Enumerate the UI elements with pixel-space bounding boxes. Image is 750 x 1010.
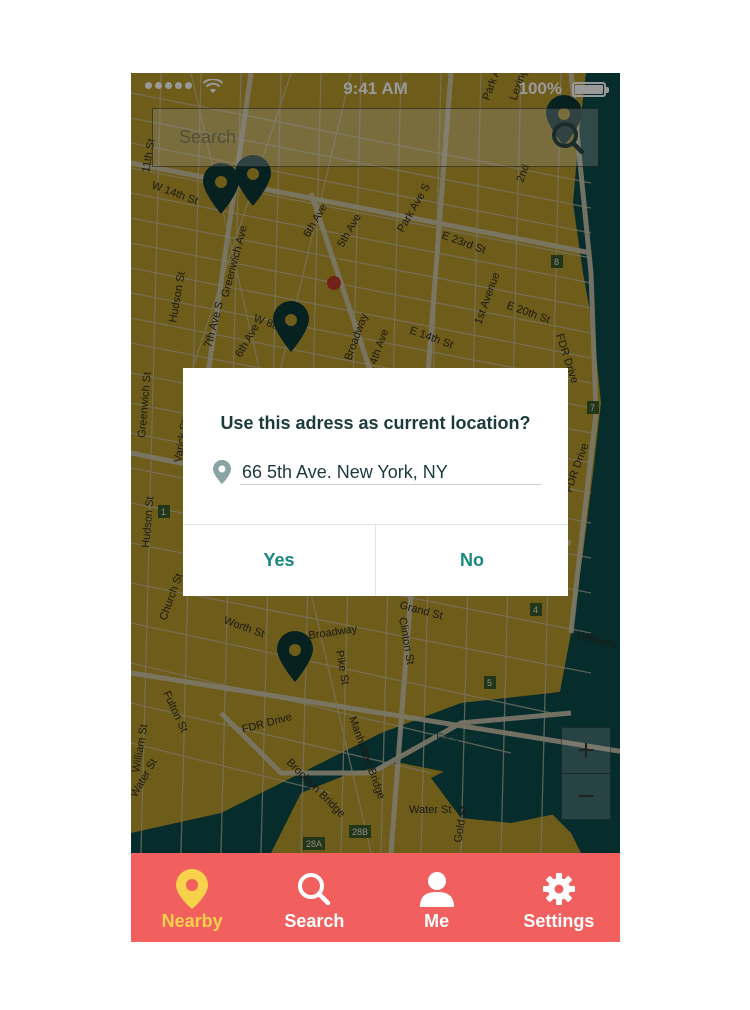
- no-button[interactable]: No: [376, 525, 568, 596]
- search-icon: [298, 873, 331, 906]
- phone-screen: 11th St W 14th St Greenwich Ave 6th Ave …: [131, 73, 620, 942]
- tab-bar: Nearby Search Me Settings: [131, 853, 620, 942]
- user-icon: [419, 872, 454, 907]
- address-underline: [240, 484, 541, 485]
- gear-icon: [542, 873, 575, 905]
- tab-label: Settings: [523, 911, 595, 931]
- location-confirm-dialog: Use this adress as current location? 66 …: [183, 368, 568, 596]
- yes-button[interactable]: Yes: [183, 525, 375, 596]
- tab-search[interactable]: Search: [253, 853, 375, 942]
- location-pin-icon: [176, 869, 209, 909]
- tab-me[interactable]: Me: [376, 853, 498, 942]
- tab-label: Nearby: [161, 911, 223, 931]
- tab-label: Me: [424, 911, 450, 931]
- tab-nearby[interactable]: Nearby: [131, 853, 253, 942]
- tab-settings[interactable]: Settings: [498, 853, 620, 942]
- location-pin-icon: [213, 460, 231, 484]
- dialog-question: Use this adress as current location?: [220, 413, 531, 433]
- address-field[interactable]: 66 5th Ave. New York, NY: [242, 462, 448, 483]
- tab-label: Search: [284, 911, 345, 931]
